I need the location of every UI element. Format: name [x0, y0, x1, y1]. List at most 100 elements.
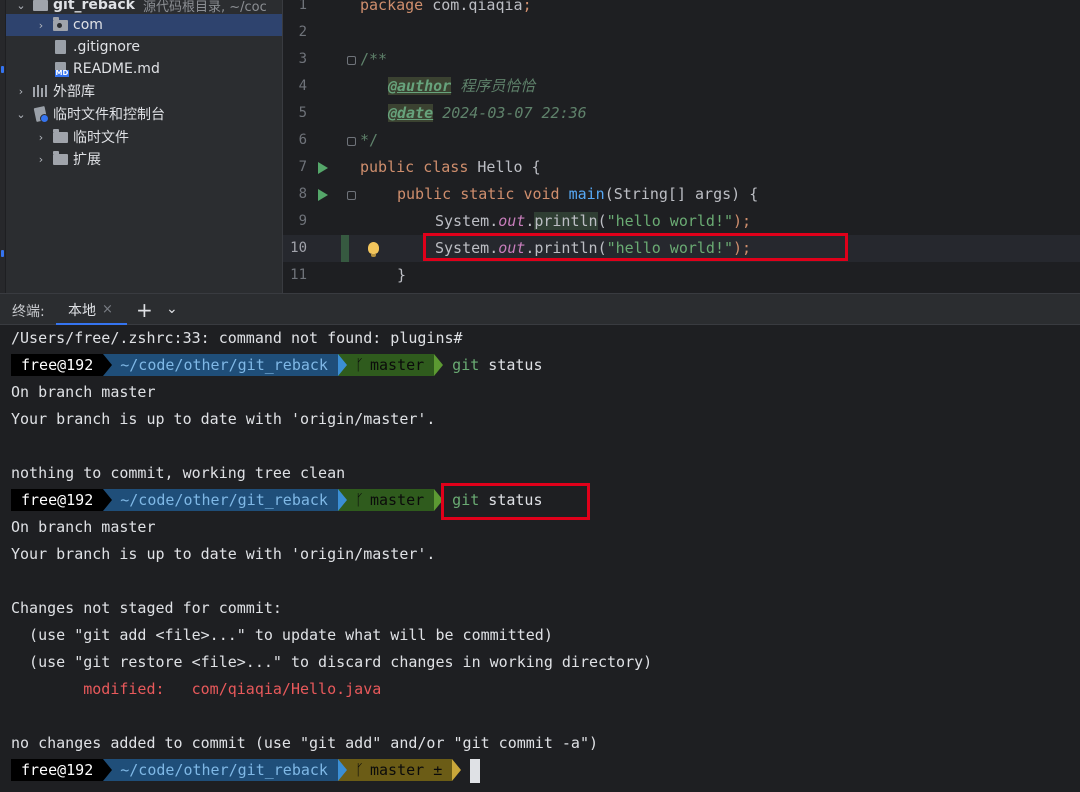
- stripe-marker[interactable]: [1, 250, 4, 257]
- close-icon[interactable]: ×: [102, 302, 113, 317]
- comment-text: */: [360, 131, 379, 149]
- terminal-line: Changes not staged for commit:: [11, 599, 282, 617]
- ide-window: ⌄ git_reback 源代码根目录, ~/coc › com .gitign…: [0, 0, 1080, 792]
- tree-item-label: 临时文件和控制台: [53, 107, 165, 123]
- terminal-cursor[interactable]: [470, 759, 481, 783]
- chevron-down-icon[interactable]: ⌄: [14, 108, 28, 121]
- terminal-line: Your branch is up to date with 'origin/m…: [11, 545, 436, 563]
- code-line-5[interactable]: 5 @date 2024-03-07 22:36: [283, 100, 1080, 127]
- line-number: 1: [298, 0, 307, 13]
- gitignore-file-icon: [52, 39, 68, 55]
- tree-item-readme[interactable]: MD README.md: [6, 58, 282, 80]
- new-tab-plus-icon[interactable]: +: [136, 298, 153, 322]
- class-name: Hello: [477, 158, 523, 176]
- chevron-down-icon[interactable]: ⌄: [14, 0, 28, 12]
- code-line-11[interactable]: 11 }: [283, 262, 1080, 289]
- punctuation: ;: [522, 0, 532, 14]
- punctuation: .: [525, 212, 535, 230]
- tree-item-scratches[interactable]: ⌄ 临时文件和控制台: [6, 103, 282, 125]
- shell-prompt: free@192 ~/code/other/git_reback ᚴ master…: [11, 354, 542, 376]
- scratches-icon: [32, 106, 49, 123]
- chevron-right-icon[interactable]: ›: [34, 131, 48, 144]
- code-line-2[interactable]: 2: [283, 19, 1080, 46]
- keyword: static: [460, 185, 515, 203]
- code-line-10[interactable]: 10 System.out.println("hello world!");: [283, 235, 1080, 262]
- code-editor[interactable]: 1 package com.qiaqia; 2 3 /** 4 @author …: [282, 0, 1080, 293]
- tree-item-gitignore[interactable]: .gitignore: [6, 36, 282, 58]
- git-branch-icon: ᚴ: [354, 356, 364, 374]
- fold-icon[interactable]: [347, 191, 356, 200]
- line-number: 9: [298, 213, 307, 229]
- line-number: 7: [298, 159, 307, 175]
- code-line-4[interactable]: 4 @author 程序员恰恰: [283, 73, 1080, 100]
- tree-item-com[interactable]: › com: [6, 14, 282, 36]
- code-line-8[interactable]: 8 public static void main(String[] args)…: [283, 181, 1080, 208]
- terminal-line: (use "git restore <file>..." to discard …: [11, 653, 653, 671]
- terminal-title: 终端:: [12, 304, 45, 320]
- tab-label: 本地: [68, 302, 96, 319]
- code-line-9[interactable]: 9 System.out.println("hello world!");: [283, 208, 1080, 235]
- run-icon[interactable]: [318, 189, 328, 201]
- tree-item-label: 扩展: [73, 152, 101, 168]
- code-line-1[interactable]: 1 package com.qiaqia;: [283, 0, 1080, 19]
- method-name: println: [534, 212, 598, 230]
- prompt-path: ~/code/other/git_reback: [103, 354, 347, 376]
- package-name: com.qiaqia: [432, 0, 523, 14]
- chevron-down-icon[interactable]: ⌄: [166, 301, 178, 317]
- line-number: 3: [298, 51, 307, 67]
- shell-prompt: free@192 ~/code/other/git_reback ᚴ master…: [11, 489, 542, 511]
- line-number: 8: [298, 186, 307, 202]
- punctuation: {: [749, 185, 759, 203]
- punctuation: .: [489, 239, 499, 257]
- method-name: println: [534, 239, 598, 257]
- lightbulb-icon[interactable]: [368, 242, 379, 257]
- prompt-path: ~/code/other/git_reback: [103, 759, 347, 781]
- library-icon: [32, 83, 48, 99]
- class-name: System: [435, 212, 490, 230]
- stripe-marker[interactable]: [1, 66, 4, 73]
- param-name: args: [695, 185, 732, 203]
- javadoc-tag: @date: [388, 104, 434, 122]
- shell-prompt[interactable]: free@192 ~/code/other/git_reback ᚴ master…: [11, 759, 481, 783]
- chevron-right-icon[interactable]: ›: [34, 19, 48, 32]
- tree-item-scratch-files[interactable]: › 临时文件: [6, 126, 282, 148]
- tree-item-label: com: [73, 17, 103, 33]
- terminal-line: no changes added to commit (use "git add…: [11, 734, 598, 752]
- javadoc-tag: @author: [388, 77, 452, 95]
- terminal-output[interactable]: /Users/free/.zshrc:33: command not found…: [0, 325, 1080, 792]
- punctuation: (: [604, 185, 614, 203]
- tree-item-label: 临时文件: [73, 130, 129, 146]
- command-arg: status: [488, 491, 543, 509]
- code-line-6[interactable]: 6 */: [283, 127, 1080, 154]
- punctuation: .: [525, 239, 535, 257]
- run-icon[interactable]: [318, 162, 328, 174]
- vcs-change-marker[interactable]: [341, 235, 349, 262]
- comment-text: /**: [360, 50, 388, 68]
- punctuation: {: [531, 158, 541, 176]
- punctuation: .: [489, 212, 499, 230]
- terminal-line: On branch master: [11, 383, 156, 401]
- keyword: public: [397, 185, 452, 203]
- keyword: class: [423, 158, 469, 176]
- code-line-3[interactable]: 3 /**: [283, 46, 1080, 73]
- chevron-right-icon[interactable]: ›: [34, 153, 48, 166]
- tree-item-external-libraries[interactable]: › 外部库: [6, 80, 282, 102]
- fold-icon[interactable]: [347, 137, 356, 146]
- tree-item-label: git_reback: [53, 0, 135, 13]
- tree-item-label: README.md: [73, 61, 160, 77]
- string-literal: "hello world!": [606, 239, 734, 257]
- tab-local[interactable]: 本地 ×: [56, 294, 127, 325]
- prompt-path: ~/code/other/git_reback: [103, 489, 347, 511]
- code-line-7[interactable]: 7 public class Hello {: [283, 154, 1080, 181]
- line-number: 5: [298, 105, 307, 121]
- tree-item-extensions[interactable]: › 扩展: [6, 148, 282, 170]
- project-tool-window: ⌄ git_reback 源代码根目录, ~/coc › com .gitign…: [0, 0, 282, 293]
- method-name: main: [568, 185, 605, 203]
- git-branch-icon: ᚴ: [354, 491, 364, 509]
- field-name: out: [498, 212, 526, 230]
- command-name: git: [452, 356, 480, 374]
- punctuation: (: [597, 212, 607, 230]
- fold-icon[interactable]: [347, 56, 356, 65]
- chevron-right-icon[interactable]: ›: [14, 85, 28, 98]
- line-number: 6: [298, 132, 307, 148]
